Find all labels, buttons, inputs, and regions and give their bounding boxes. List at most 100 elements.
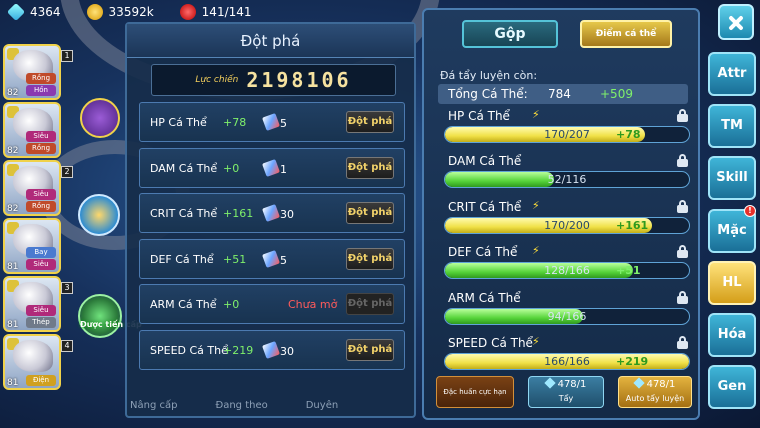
stamina-value: 141/141 [201,5,252,19]
team-member-card[interactable]: 82 Siêu Rồng 2 [3,160,73,216]
team-member-card[interactable]: 81 Siêu Thép 3 [3,276,73,332]
wash-label: Tẩy [558,394,574,403]
type-tag: Hồn [26,85,56,96]
auto-wash-button[interactable]: 478/1 Auto tẩy luyện [618,376,692,408]
type-tag: Siêu [26,305,56,316]
coin-value: 33592k [108,5,154,19]
team-member-card[interactable]: 81 Điện 4 [3,334,73,390]
scroll-cost: 5 [280,117,287,130]
slot-number: 4 [61,340,73,352]
bottom-tab[interactable]: Đang theo [215,400,267,411]
breakthrough-button[interactable]: Đột phá [346,202,394,225]
lock-body [677,204,688,213]
total-individual-box: Tổng Cá Thể: 784 +509 [438,84,688,104]
stat-name: HP Cá Thể [150,116,207,129]
auto-wash-label: Auto tẩy luyện [625,394,685,403]
diamond-counter: 4364 [6,2,61,22]
wash-count: 478/1 [557,379,587,390]
training-value: 170/200 [544,218,590,232]
stat-name: DEF Cá Thể [150,252,214,266]
lock-icon[interactable] [677,335,688,349]
breakthrough-button[interactable]: Đột phá [346,156,394,179]
training-value: 94/166 [547,309,587,323]
member-level: 81 [7,378,19,388]
side-tab-tm[interactable]: TM [708,104,756,149]
stat-bonus: +0 [223,298,240,312]
training-stat-name: DAM Cá Thể [448,154,522,169]
training-stat-name: CRIT Cá Thể [448,199,522,214]
scroll-icon [262,340,280,359]
side-tab-skill[interactable]: Skill [708,156,756,201]
side-tab-mặc[interactable]: Mặc! [708,204,756,253]
lock-icon[interactable] [677,109,688,122]
individual-points-button[interactable]: Điểm cá thể [580,20,672,48]
lock-body [677,114,688,122]
total-value: 784 [548,87,571,101]
breakthrough-row: DAM Cá Thể +0 1 Đột phá [139,147,405,188]
coin-icon [86,4,103,20]
lock-icon[interactable] [677,245,688,259]
evolve-button[interactable] [78,294,122,338]
lock-icon[interactable] [677,154,688,168]
stat-bonus: +0 [223,161,240,175]
lock-body [677,159,688,168]
breakthrough-stat-list: HP Cá Thể +78 5 Đột phá DAM Cá Thể +0 1 Đột phá… [139,102,405,376]
bag-button[interactable] [78,194,120,236]
lock-body [677,340,688,349]
stat-bonus: +161 [223,207,254,221]
side-tab-hóa[interactable]: Hóa [708,312,756,357]
stat-name: SPEED Cá Thể [150,343,228,357]
stat-name: CRIT Cá Thể [150,207,218,221]
pokemon-portrait [13,340,53,372]
alert-badge: ! [744,204,756,217]
side-tab-hl[interactable]: HL [708,260,756,305]
breakthrough-button[interactable]: Đột phá [346,338,394,361]
close-button[interactable] [718,4,754,40]
side-tab-bar: Attr TM Skill Mặc! HL Hóa Gen [708,52,758,417]
scroll-cost: 30 [280,208,294,222]
breakthrough-panel: Đột phá Lực chiến 2198106 HP Cá Thể +78 5 Đ… [125,22,416,418]
type-tag: Bay [26,247,56,258]
bottom-tab[interactable]: Nâng cấp [130,400,177,411]
scroll-icon [262,204,280,223]
slot-number: 2 [61,166,73,178]
bottom-tab[interactable]: Duyên [306,400,338,411]
type-tag: Rồng [26,143,56,154]
extreme-training-button[interactable]: Đặc huấn cực hạn [436,376,514,408]
side-tab-gen[interactable]: Gen [708,365,756,410]
combat-power-label: Lực chiến [195,75,239,85]
breakthrough-button[interactable]: Đột phá [346,111,394,133]
training-row: SPEED Cá Thể ⚡ 166/166 +219 [444,334,694,381]
stamina-counter: 141/141 [179,4,252,20]
auto-count: 478/1 [646,379,676,390]
training-stat-name: HP Cá Thể [448,109,510,123]
lightning-icon: ⚡ [532,334,540,348]
lock-icon[interactable] [677,290,688,304]
breakthrough-button[interactable]: Đột phá [346,247,394,270]
merge-button[interactable]: Gộp [462,20,558,48]
slot-number: 1 [61,50,73,62]
skill-book-button[interactable] [80,98,120,138]
team-member-card[interactable]: 81 Bay Siêu [3,218,61,274]
lock-body [677,250,688,259]
stat-name: ARM Cá Thể [150,298,217,312]
bottom-tabs: Nâng cấp Đang theo Duyên [130,400,420,411]
lock-body [677,295,688,304]
training-panel: Gộp Điểm cá thể Đá tẩy luyện còn: Tổng C… [422,8,700,420]
side-tab-attr[interactable]: Attr [708,52,756,96]
member-level: 81 [7,320,19,330]
locked-status: Chưa mở [288,298,338,312]
training-stat-list: HP Cá Thể ⚡ 170/207 +78 DAM Cá Thể 52/116 CRIT… [444,108,694,381]
member-level: 82 [7,146,19,156]
team-member-card[interactable]: 82 Siêu Rồng [3,102,61,158]
team-member-card[interactable]: 82 Rồng Hồn 1 [3,44,73,100]
breakthrough-row: ARM Cá Thể +0 Chưa mở Đột phá [139,284,405,325]
diamond-icon [6,2,26,22]
training-row: ARM Cá Thể 94/166 [444,290,694,336]
wash-button[interactable]: 478/1 Tẩy [528,376,604,408]
training-add: +161 [616,218,649,232]
scroll-icon [262,249,280,268]
training-stat-name: DEF Cá Thể [448,245,518,260]
lock-icon[interactable] [677,199,688,213]
stat-bonus: +219 [223,343,254,357]
